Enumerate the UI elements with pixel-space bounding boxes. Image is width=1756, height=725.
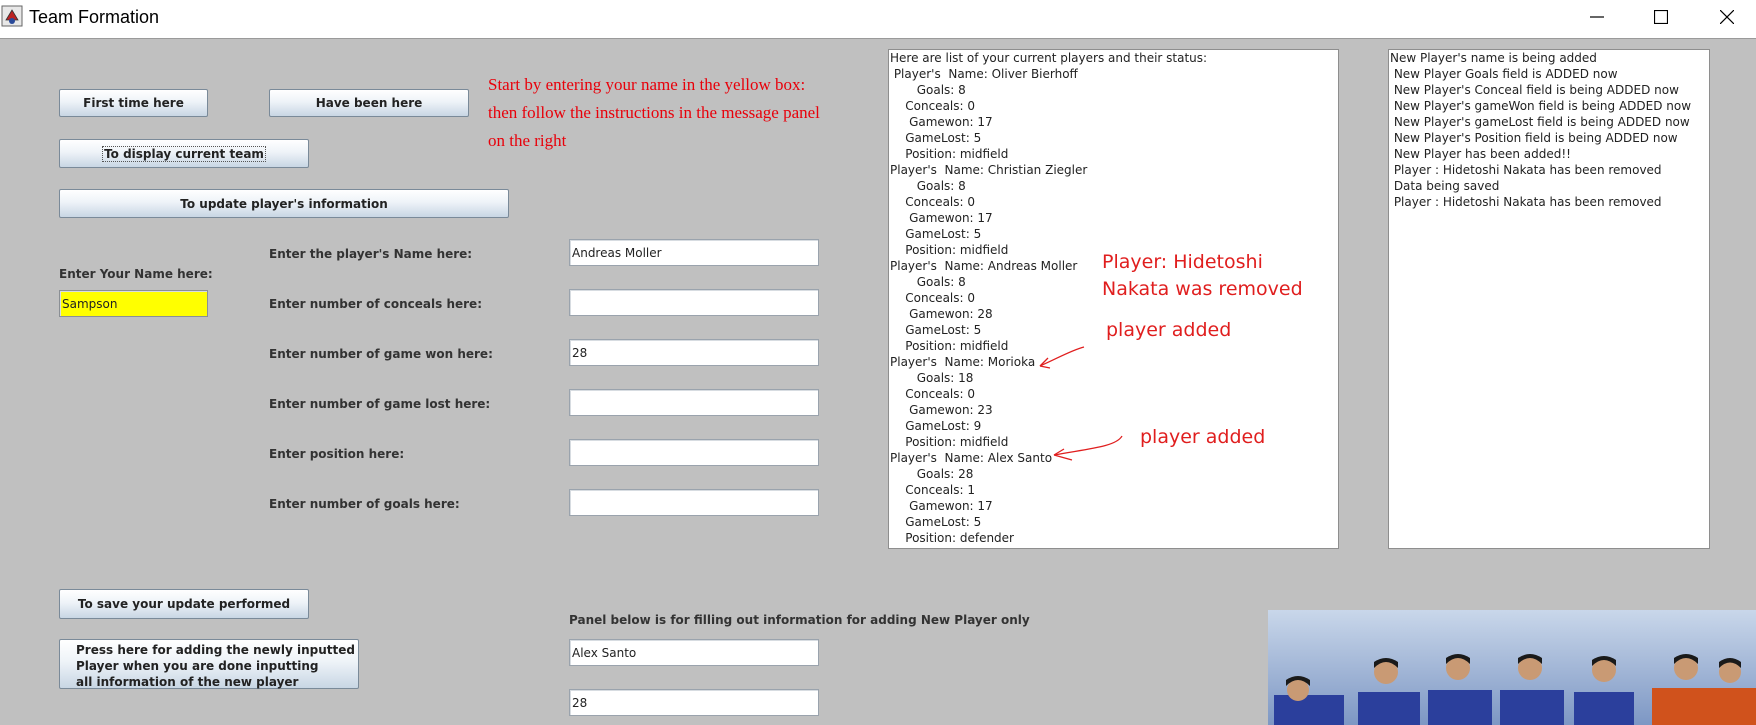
instruction-text: Start by entering your name in the yello… bbox=[488, 75, 820, 150]
player-name-label: Enter the player's Name here: bbox=[269, 247, 473, 261]
minimize-button[interactable] bbox=[1568, 0, 1626, 36]
maximize-icon bbox=[1654, 10, 1668, 24]
games-lost-field[interactable] bbox=[569, 389, 819, 416]
your-name-label: Enter Your Name here: bbox=[59, 267, 213, 281]
arrow-icon bbox=[1053, 435, 1123, 461]
panel-line: Data being saved bbox=[1390, 179, 1500, 193]
panel-line: Goals: 28 bbox=[890, 467, 974, 481]
display-team-label: To display current team bbox=[102, 145, 266, 162]
panel-line: Gamewon: 17 bbox=[890, 211, 993, 225]
title-bar: Team Formation bbox=[0, 0, 1756, 39]
goals-field[interactable] bbox=[569, 489, 819, 516]
added-annotation-1: player added bbox=[1106, 319, 1232, 341]
panel-line: Player : Hidetoshi Nakata has been remov… bbox=[1390, 195, 1662, 209]
update-info-button[interactable]: To update player's information bbox=[59, 189, 509, 218]
games-lost-label: Enter number of game lost here: bbox=[269, 397, 491, 411]
panel-line: Conceals: 0 bbox=[890, 195, 975, 209]
panel-line: Goals: 18 bbox=[890, 371, 974, 385]
panel-line: New Player's Position field is being ADD… bbox=[1390, 131, 1678, 145]
panel-line: GameLost: 5 bbox=[890, 227, 982, 241]
conceals-label: Enter number of conceals here: bbox=[269, 297, 482, 311]
panel-line: GameLost: 9 bbox=[890, 419, 982, 433]
removed-annotation: Player: Hidetoshi Nakata was removed bbox=[1102, 251, 1303, 300]
maximize-button[interactable] bbox=[1632, 0, 1690, 36]
panel-line: Player's Name: Morioka bbox=[890, 355, 1036, 369]
conceals-field[interactable] bbox=[569, 289, 819, 316]
new-player-goals-field[interactable]: 28 bbox=[569, 689, 819, 716]
your-name-field[interactable]: Sampson bbox=[59, 290, 208, 317]
close-button[interactable] bbox=[1698, 0, 1756, 36]
panel-line: GameLost: 5 bbox=[890, 131, 982, 145]
window-title: Team Formation bbox=[29, 7, 160, 27]
panel-line: Player's Name: Oliver Bierhoff bbox=[890, 67, 1078, 81]
close-icon bbox=[1720, 10, 1734, 24]
new-player-label: Panel below is for filling out informati… bbox=[569, 613, 1030, 627]
have-been-here-button[interactable]: Have been here bbox=[269, 89, 469, 117]
panel-line: New Player has been added!! bbox=[1390, 147, 1571, 161]
arrow-icon bbox=[1039, 346, 1085, 369]
team-photo bbox=[1268, 610, 1756, 725]
new-player-name-field[interactable]: Alex Santo bbox=[569, 639, 819, 666]
goals-label: Enter number of goals here: bbox=[269, 497, 460, 511]
java-app-icon bbox=[1, 5, 23, 27]
panel-line: New Player's Conceal field is being ADDE… bbox=[1390, 83, 1679, 97]
panel-line: Player's Name: Christian Ziegler bbox=[890, 163, 1088, 177]
position-label: Enter position here: bbox=[269, 447, 405, 461]
panel-line: Here are list of your current players an… bbox=[890, 51, 1208, 65]
minimize-icon bbox=[1590, 16, 1604, 18]
panel-line: Gamewon: 17 bbox=[890, 499, 993, 513]
message-panel[interactable]: New Player's name is being added New Pla… bbox=[1388, 49, 1710, 549]
first-time-button[interactable]: First time here bbox=[59, 89, 208, 117]
panel-line: Player : Hidetoshi Nakata has been remov… bbox=[1390, 163, 1662, 177]
position-field[interactable] bbox=[569, 439, 819, 466]
player-name-field[interactable]: Andreas Moller bbox=[569, 239, 819, 266]
panel-line: GameLost: 5 bbox=[890, 515, 982, 529]
panel-line: Goals: 8 bbox=[890, 179, 966, 193]
panel-line: New Player's gameWon field is being ADDE… bbox=[1390, 99, 1692, 113]
panel-line: Goals: 8 bbox=[890, 83, 966, 97]
added-annotation-2: player added bbox=[1140, 426, 1266, 448]
panel-line: Conceals: 1 bbox=[890, 483, 975, 497]
games-won-label: Enter number of game won here: bbox=[269, 347, 493, 361]
panel-line: Position: defender bbox=[890, 531, 1014, 545]
panel-line: New Player Goals field is ADDED now bbox=[1390, 67, 1618, 81]
panel-line: New Player's gameLost field is being ADD… bbox=[1390, 115, 1690, 129]
games-won-field[interactable]: 28 bbox=[569, 339, 819, 366]
panel-line: Conceals: 0 bbox=[890, 99, 975, 113]
panel-line: Position: midfield bbox=[890, 147, 1009, 161]
panel-line: New Player's name is being added bbox=[1390, 51, 1597, 65]
panel-line: Conceals: 0 bbox=[890, 387, 975, 401]
add-player-button[interactable]: Press here for adding the newly inputted… bbox=[59, 639, 359, 689]
display-team-button[interactable]: To display current team bbox=[59, 139, 309, 168]
panel-line: Gamewon: 23 bbox=[890, 403, 993, 417]
panel-line: Gamewon: 17 bbox=[890, 115, 993, 129]
save-update-button[interactable]: To save your update performed bbox=[59, 589, 309, 619]
